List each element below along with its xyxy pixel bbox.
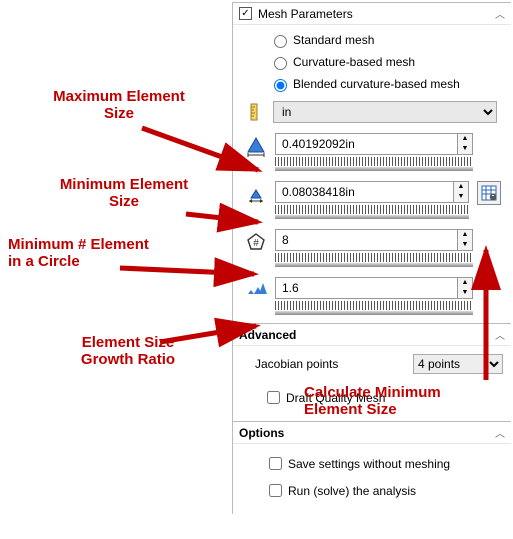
annotation-arrows	[0, 0, 513, 539]
